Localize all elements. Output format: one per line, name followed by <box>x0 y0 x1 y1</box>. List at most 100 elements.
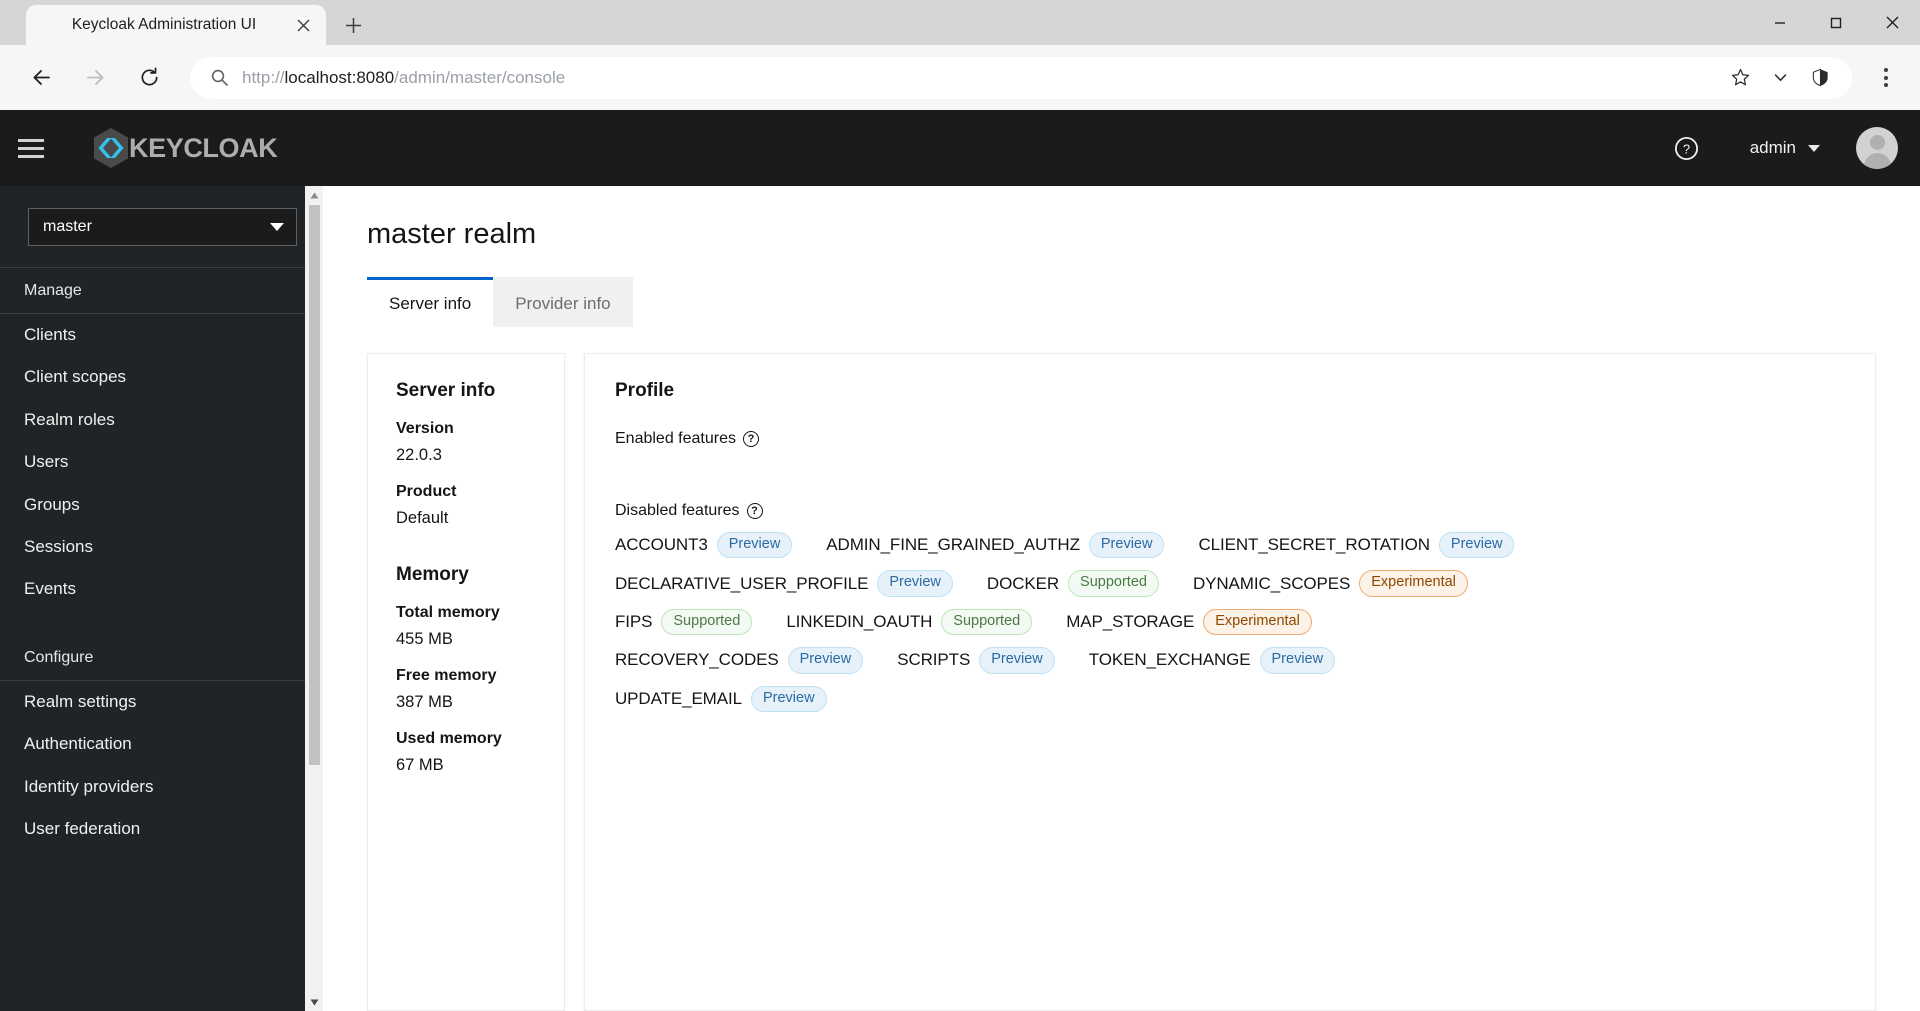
feature-badge: Experimental <box>1203 608 1312 636</box>
feature-name: ADMIN_FINE_GRAINED_AUTHZ <box>826 535 1080 555</box>
feature-chip: ACCOUNT3 Preview <box>615 532 793 559</box>
app-body: master Manage Clients Client scopes Real… <box>0 186 1920 1011</box>
user-dropdown[interactable]: admin <box>1750 138 1820 158</box>
minimize-icon[interactable] <box>1752 0 1808 45</box>
product-value: Default <box>396 509 449 527</box>
feature-badge: Supported <box>661 608 753 636</box>
address-bar[interactable]: http://localhost:8080/admin/master/conso… <box>190 56 1852 99</box>
feature-badge: Preview <box>877 570 953 597</box>
keycloak-logo-icon <box>90 126 132 170</box>
browser-window: Keycloak Administration UI http://localh… <box>0 0 1920 1011</box>
sidebar-scrollbar[interactable] <box>305 186 323 1011</box>
shield-icon[interactable] <box>1802 60 1838 96</box>
feature-badge: Preview <box>1438 532 1515 559</box>
sidebar-item-realm-roles[interactable]: Realm roles <box>0 399 323 441</box>
feature-badge: Supported <box>941 608 1033 636</box>
browser-tab-title: Keycloak Administration UI <box>71 16 257 33</box>
server-info-heading: Server info <box>396 380 496 401</box>
plus-icon[interactable] <box>336 8 370 42</box>
kebab-menu-icon[interactable] <box>1866 58 1906 98</box>
feature-chip: DECLARATIVE_USER_PROFILE Preview <box>615 570 953 597</box>
version-label: Version <box>396 420 454 437</box>
feature-chip: CLIENT_SECRET_ROTATION Preview <box>1198 532 1515 559</box>
scroll-down-arrow-icon[interactable] <box>305 993 323 1011</box>
feature-name: CLIENT_SECRET_ROTATION <box>1198 535 1430 555</box>
total-memory-label: Total memory <box>396 604 500 621</box>
enabled-features-text: Enabled features <box>615 430 736 447</box>
feature-name: UPDATE_EMAIL <box>615 688 742 708</box>
profile-heading: Profile <box>615 380 675 401</box>
used-memory-value: 67 MB <box>396 756 444 774</box>
sidebar-item-groups[interactable]: Groups <box>0 484 323 526</box>
caret-down-icon <box>270 223 284 231</box>
star-icon[interactable] <box>1722 60 1758 96</box>
brand[interactable]: KEYCLOAK <box>90 126 278 170</box>
feature-chip: DYNAMIC_SCOPES Experimental <box>1192 570 1468 597</box>
brand-name: KEYCLOAK <box>129 132 278 163</box>
feature-chip: MAP_STORAGE Experimental <box>1066 608 1312 636</box>
feature-name: LINKEDIN_OAUTH <box>786 611 933 631</box>
help-circle-icon[interactable]: ? <box>1670 131 1704 165</box>
window-controls <box>1752 0 1920 45</box>
feature-name: DYNAMIC_SCOPES <box>1192 573 1351 593</box>
server-info-card: Server info Version 22.0.3 Product Defau… <box>367 353 565 1011</box>
sidebar-item-clients[interactable]: Clients <box>0 314 323 356</box>
feature-chip: LINKEDIN_OAUTH Supported <box>786 608 1033 636</box>
sidebar-item-client-scopes[interactable]: Client scopes <box>0 356 323 398</box>
feature-badge: Preview <box>787 647 864 674</box>
sidebar-item-events[interactable]: Events <box>0 568 323 610</box>
sidebar-scroll-thumb[interactable] <box>308 205 320 765</box>
disabled-features-text: Disabled features <box>615 502 740 519</box>
reload-icon[interactable] <box>129 58 169 98</box>
feature-name: FIPS <box>615 611 653 631</box>
page-header: master realm Server info Provider info <box>323 186 1920 327</box>
help-circle-icon[interactable]: ? <box>742 431 759 447</box>
hamburger-menu-icon[interactable] <box>0 110 62 186</box>
url-text: http://localhost:8080/admin/master/conso… <box>242 67 566 87</box>
tab-bar: Server info Provider info <box>367 277 1920 327</box>
feature-badge: Preview <box>979 647 1055 674</box>
sidebar-item-users[interactable]: Users <box>0 441 323 483</box>
close-icon[interactable] <box>1864 0 1920 45</box>
feature-name: MAP_STORAGE <box>1066 611 1195 631</box>
version-value: 22.0.3 <box>396 446 442 464</box>
realm-selector[interactable]: master <box>28 208 297 246</box>
feature-badge: Preview <box>1259 647 1336 674</box>
back-arrow-icon[interactable] <box>21 58 61 98</box>
close-icon[interactable] <box>290 12 316 38</box>
memory-heading: Memory <box>396 564 469 585</box>
sidebar-item-realm-settings[interactable]: Realm settings <box>0 681 323 723</box>
user-avatar-icon[interactable] <box>1856 127 1898 169</box>
tab-provider-info[interactable]: Provider info <box>493 277 633 327</box>
feature-name: DOCKER <box>986 573 1060 593</box>
used-memory-label: Used memory <box>396 730 502 747</box>
product-label: Product <box>396 483 457 500</box>
sidebar: master Manage Clients Client scopes Real… <box>0 186 323 1011</box>
sidebar-item-sessions[interactable]: Sessions <box>0 526 323 568</box>
help-circle-icon[interactable]: ? <box>746 503 763 519</box>
profile-card: Profile Enabled features ? Disabled feat… <box>584 353 1876 1011</box>
feature-name: TOKEN_EXCHANGE <box>1088 650 1251 670</box>
sidebar-item-user-federation[interactable]: User federation <box>0 808 323 850</box>
feature-name: ACCOUNT3 <box>615 535 708 555</box>
browser-titlebar: Keycloak Administration UI <box>0 0 1920 45</box>
disabled-features-list: ACCOUNT3 Preview ADMIN_FINE_GRAINED_AUTHZ P… <box>615 532 1515 712</box>
browser-tab[interactable]: Keycloak Administration UI <box>26 5 326 45</box>
feature-name: SCRIPTS <box>897 650 971 670</box>
maximize-icon[interactable] <box>1808 0 1864 45</box>
feature-badge: Preview <box>716 532 793 559</box>
feature-badge: Supported <box>1068 570 1159 597</box>
feature-chip: RECOVERY_CODES Preview <box>615 647 864 674</box>
omnibox-actions <box>1722 60 1838 96</box>
tab-server-info[interactable]: Server info <box>367 277 494 327</box>
sidebar-item-identity-providers[interactable]: Identity providers <box>0 766 323 808</box>
feature-badge: Preview <box>1088 532 1165 559</box>
page-viewport: KEYCLOAK ? admin master Manage Clients C… <box>0 110 1920 1011</box>
total-memory-value: 455 MB <box>396 630 453 648</box>
feature-chip: UPDATE_EMAIL Preview <box>615 685 827 712</box>
sidebar-item-authentication[interactable]: Authentication <box>0 723 323 765</box>
page-title: master realm <box>367 218 537 250</box>
scroll-up-arrow-icon[interactable] <box>305 186 323 204</box>
content-area: Server info Version 22.0.3 Product Defau… <box>323 327 1920 1011</box>
chevron-down-icon[interactable] <box>1762 60 1798 96</box>
